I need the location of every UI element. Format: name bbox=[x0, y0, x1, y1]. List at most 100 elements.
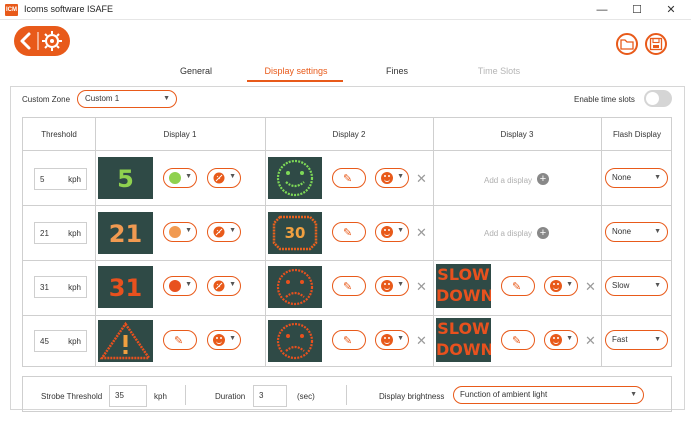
display-2-preview[interactable] bbox=[268, 266, 322, 308]
animation-select[interactable]: ▼ bbox=[207, 276, 241, 296]
pencil-icon: ✎ bbox=[343, 281, 353, 293]
threshold-input[interactable]: 45 kph bbox=[34, 330, 87, 352]
pencil-icon: ✎ bbox=[343, 173, 353, 185]
edit-display-button[interactable]: ✎ bbox=[163, 330, 197, 350]
remove-display-icon[interactable]: ✕ bbox=[416, 333, 427, 349]
smiley-icon bbox=[550, 334, 562, 346]
save-button[interactable] bbox=[645, 33, 667, 55]
pencil-icon: ✎ bbox=[343, 335, 353, 347]
pencil-icon: ✎ bbox=[512, 335, 522, 347]
animation-select[interactable]: ▼ bbox=[544, 276, 578, 296]
edit-display-button[interactable]: ✎ bbox=[501, 330, 535, 350]
flash-display-select[interactable]: Fast ▼ bbox=[605, 330, 668, 350]
color-select[interactable]: ▼ bbox=[163, 276, 197, 296]
threshold-input[interactable]: 5 kph bbox=[34, 168, 87, 190]
pencil-icon: ✎ bbox=[174, 335, 184, 347]
remove-display-icon[interactable]: ✕ bbox=[416, 225, 427, 241]
chevron-down-icon: ▼ bbox=[654, 282, 661, 289]
remove-display-icon[interactable]: ✕ bbox=[585, 333, 596, 349]
chevron-down-icon: ▼ bbox=[229, 227, 236, 234]
header-threshold: Threshold bbox=[41, 130, 77, 139]
smiley-icon bbox=[381, 334, 393, 346]
chevron-down-icon: ▼ bbox=[630, 391, 637, 398]
rugby-ball-icon bbox=[213, 226, 225, 238]
add-display-label[interactable]: Add a display bbox=[484, 176, 532, 185]
edit-display-button[interactable]: ✎ bbox=[332, 168, 366, 188]
threshold-input[interactable]: 31 kph bbox=[34, 276, 87, 298]
strobe-settings-bar: Strobe Threshold 35 kph Duration 3 (sec)… bbox=[22, 376, 672, 412]
chevron-down-icon: ▼ bbox=[654, 174, 661, 181]
display-3-preview[interactable]: SLOW DOWN bbox=[436, 264, 491, 308]
chevron-down-icon: ▼ bbox=[397, 227, 404, 234]
minimize-button[interactable]: — bbox=[588, 2, 616, 18]
duration-input[interactable]: 3 bbox=[253, 385, 287, 407]
strobe-unit-label: kph bbox=[154, 392, 167, 401]
tab-fines[interactable]: Fines bbox=[372, 66, 422, 76]
chevron-down-icon: ▼ bbox=[566, 281, 573, 288]
edit-display-button[interactable]: ✎ bbox=[501, 276, 535, 296]
display-1-preview[interactable]: 5 bbox=[98, 157, 153, 199]
sad-face-icon bbox=[276, 268, 314, 306]
time-slots-toggle[interactable] bbox=[644, 90, 672, 107]
animation-select[interactable]: ▼ bbox=[375, 168, 409, 188]
duration-label: Duration bbox=[215, 392, 246, 401]
header-display-3: Display 3 bbox=[500, 130, 534, 139]
display-2-preview[interactable] bbox=[268, 157, 322, 199]
threshold-input[interactable]: 21 kph bbox=[34, 222, 87, 244]
animation-select[interactable]: ▼ bbox=[375, 276, 409, 296]
display-2-preview[interactable]: 30 bbox=[268, 212, 322, 254]
display-1-preview[interactable]: 21 bbox=[98, 212, 153, 254]
maximize-button[interactable]: ☐ bbox=[623, 2, 651, 18]
chevron-down-icon: ▼ bbox=[397, 335, 404, 342]
edit-display-button[interactable]: ✎ bbox=[332, 276, 366, 296]
header-display-1: Display 1 bbox=[163, 130, 197, 139]
display-1-preview[interactable] bbox=[98, 320, 153, 362]
edit-display-button[interactable]: ✎ bbox=[332, 222, 366, 242]
animation-select[interactable]: ▼ bbox=[207, 168, 241, 188]
tab-general[interactable]: General bbox=[168, 66, 224, 76]
smiley-icon bbox=[381, 226, 393, 238]
flash-display-select[interactable]: Slow ▼ bbox=[605, 276, 668, 296]
custom-zone-select[interactable]: Custom 1 ▼ bbox=[77, 90, 177, 108]
chevron-down-icon: ▼ bbox=[229, 281, 236, 288]
display-2-preview[interactable] bbox=[268, 320, 322, 362]
chevron-down-icon: ▼ bbox=[163, 95, 170, 102]
smiley-face-icon bbox=[276, 159, 314, 197]
color-select[interactable]: ▼ bbox=[163, 222, 197, 242]
remove-display-icon[interactable]: ✕ bbox=[585, 279, 596, 295]
animation-select[interactable]: ▼ bbox=[375, 330, 409, 350]
chevron-down-icon: ▼ bbox=[229, 335, 236, 342]
back-settings-button[interactable] bbox=[14, 26, 70, 56]
time-slots-label: Enable time slots bbox=[574, 95, 635, 104]
animation-select[interactable]: ▼ bbox=[544, 330, 578, 350]
animation-select[interactable]: ▼ bbox=[207, 222, 241, 242]
close-button[interactable]: ✕ bbox=[657, 2, 685, 18]
warning-triangle-icon bbox=[99, 321, 152, 360]
display-3-preview[interactable]: SLOW DOWN bbox=[436, 318, 491, 362]
chevron-down-icon: ▼ bbox=[185, 281, 192, 288]
display-1-preview[interactable]: 31 bbox=[98, 266, 153, 308]
edit-display-button[interactable]: ✎ bbox=[332, 330, 366, 350]
color-dot-icon bbox=[169, 172, 181, 184]
smiley-icon bbox=[213, 334, 225, 346]
remove-display-icon[interactable]: ✕ bbox=[416, 171, 427, 187]
flash-display-select[interactable]: None ▼ bbox=[605, 222, 668, 242]
chevron-down-icon: ▼ bbox=[185, 227, 192, 234]
display-brightness-select[interactable]: Function of ambient light ▼ bbox=[453, 386, 644, 404]
chevron-down-icon: ▼ bbox=[566, 335, 573, 342]
add-display-icon[interactable]: + bbox=[537, 227, 549, 239]
strobe-threshold-input[interactable]: 35 bbox=[109, 385, 147, 407]
flash-display-select[interactable]: None ▼ bbox=[605, 168, 668, 188]
tab-time-slots: Time Slots bbox=[477, 66, 521, 76]
tab-display-settings[interactable]: Display settings bbox=[250, 66, 342, 76]
add-display-icon[interactable]: + bbox=[537, 173, 549, 185]
duration-unit-label: (sec) bbox=[297, 392, 315, 401]
color-select[interactable]: ▼ bbox=[163, 168, 197, 188]
animation-select[interactable]: ▼ bbox=[207, 330, 241, 350]
open-file-button[interactable] bbox=[616, 33, 638, 55]
remove-display-icon[interactable]: ✕ bbox=[416, 279, 427, 295]
animation-select[interactable]: ▼ bbox=[375, 222, 409, 242]
add-display-label[interactable]: Add a display bbox=[484, 229, 532, 238]
chevron-down-icon: ▼ bbox=[654, 336, 661, 343]
back-arrow-icon bbox=[20, 31, 62, 51]
